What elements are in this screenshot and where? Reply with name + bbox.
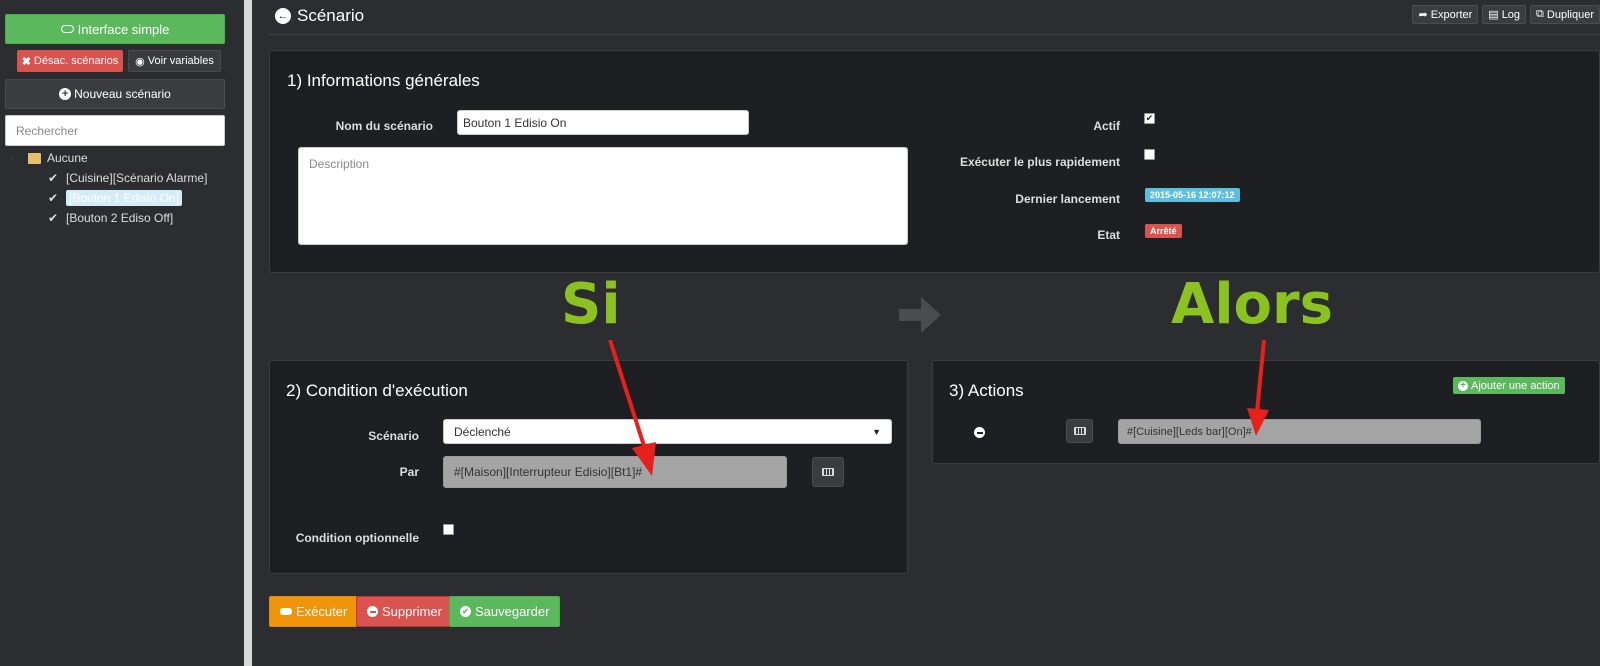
sidebar-divider[interactable] <box>244 0 252 666</box>
minus-circle-icon <box>367 606 378 617</box>
log-label: Log <box>1501 8 1521 21</box>
tree-group[interactable]: · Aucune <box>10 148 207 168</box>
delete-button[interactable]: Supprimer <box>356 596 453 627</box>
scenario-name-label: Nom du scénario <box>335 119 433 133</box>
show-variables-label: Voir variables <box>147 55 214 67</box>
si-annotation: Si <box>561 272 621 337</box>
header-separator <box>269 34 1600 35</box>
check-icon: ✔ <box>48 191 59 205</box>
export-label: Exporter <box>1430 8 1473 21</box>
folder-icon <box>28 152 41 164</box>
tree-item[interactable]: ✔ [Bouton 2 Ediso Off] <box>48 208 207 228</box>
general-info-title: 1) Informations générales <box>287 71 480 90</box>
state-badge: Arrêté <box>1145 224 1182 238</box>
active-checkbox[interactable]: ✔ <box>1144 113 1155 124</box>
description-placeholder: Description <box>309 157 370 171</box>
page-title-text: Scénario <box>297 6 365 25</box>
close-icon: ✖ <box>21 55 31 68</box>
tree-item-label: [Bouton 2 Ediso Off] <box>66 211 174 225</box>
state-label: Etat <box>1097 228 1120 242</box>
trigger-by-input[interactable]: #[Maison][Interrupteur Edisio][Bt1]# <box>443 456 787 488</box>
file-icon: ▤ <box>1488 9 1499 21</box>
keyboard-icon <box>1073 427 1086 435</box>
optional-condition-checkbox[interactable] <box>443 524 454 535</box>
scenario-mode-label: Scénario <box>368 429 419 443</box>
show-variables-button[interactable]: ◉ Voir variables <box>128 50 221 72</box>
trigger-by-label: Par <box>399 465 419 479</box>
check-icon: ✔ <box>48 211 59 225</box>
disable-scenarios-button[interactable]: ✖ Désac. scénarios <box>17 50 123 72</box>
new-scenario-button[interactable]: + Nouveau scénario <box>5 79 225 109</box>
condition-title: 2) Condition d'exécution <box>286 381 468 400</box>
toggle-icon <box>60 25 74 33</box>
gamepad-icon <box>280 608 292 615</box>
sidebar: Interface simple ✖ Désac. scénarios ◉ Vo… <box>0 0 237 666</box>
save-button[interactable]: ✔ Sauvegarder <box>449 596 561 627</box>
general-info-panel: 1) Informations générales Nom du scénari… <box>269 50 1600 273</box>
tree-item-label: [Bouton 1 Edisio On] <box>66 190 183 206</box>
execute-label: Exécuter <box>296 604 348 619</box>
log-button[interactable]: ▤ Log <box>1482 5 1527 24</box>
action-command-input[interactable]: #[Cuisine][Leds bar][On]# <box>1118 419 1481 444</box>
tree-item[interactable]: ✔ [Cuisine][Scénario Alarme] <box>48 168 207 188</box>
share-icon: ➦ <box>1418 9 1428 21</box>
tree-item-selected[interactable]: ✔ [Bouton 1 Edisio On] <box>48 188 207 208</box>
dropdown-caret-icon: ▼ <box>872 426 881 437</box>
fast-execution-checkbox[interactable] <box>1144 149 1155 160</box>
tree-item-label: [Cuisine][Scénario Alarme] <box>66 171 208 185</box>
search-input[interactable] <box>5 115 225 146</box>
actions-title: 3) Actions <box>949 381 1024 400</box>
condition-panel: 2) Condition d'exécution Scénario Déclen… <box>269 360 908 574</box>
delete-label: Supprimer <box>382 604 442 619</box>
simple-interface-label: Interface simple <box>77 21 170 37</box>
new-scenario-label: Nouveau scénario <box>74 87 171 101</box>
check-circle-icon: ✔ <box>460 606 471 617</box>
alors-annotation: Alors <box>1171 272 1333 337</box>
plus-circle-icon: + <box>59 88 72 100</box>
duplicate-button[interactable]: ⧉ Dupliquer <box>1530 5 1600 24</box>
keyboard-icon <box>822 468 834 476</box>
execute-button[interactable]: Exécuter <box>269 596 359 627</box>
eye-icon: ◉ <box>135 55 145 68</box>
copy-icon: ⧉ <box>1536 8 1544 20</box>
tree-group-label: Aucune <box>47 151 88 165</box>
main-content: ← Scénario ➦ Exporter ▤ Log ⧉ Dupliquer … <box>252 0 1600 666</box>
back-arrow-icon[interactable]: ← <box>275 8 291 24</box>
last-run-badge: 2015-05-16 12:07:12 <box>1145 188 1240 202</box>
fast-execution-label: Exécuter le plus rapidement <box>959 155 1120 169</box>
select-command-button[interactable] <box>812 457 844 487</box>
disable-scenarios-label: Désac. scénarios <box>33 55 119 67</box>
remove-action-icon[interactable] <box>974 427 985 438</box>
last-run-label: Dernier lancement <box>1015 192 1120 206</box>
active-label: Actif <box>1093 119 1120 133</box>
description-textarea[interactable]: Description <box>298 147 908 245</box>
scenario-name-input[interactable]: Bouton 1 Edisio On <box>457 110 749 135</box>
scenario-mode-select[interactable]: Déclenché ▼ <box>443 419 892 444</box>
export-button[interactable]: ➦ Exporter <box>1412 5 1479 24</box>
page-title: ← Scénario <box>275 6 364 26</box>
check-icon: ✔ <box>48 171 59 185</box>
right-arrow-icon <box>899 297 941 333</box>
simple-interface-button[interactable]: Interface simple <box>5 14 225 44</box>
add-action-button[interactable]: + Ajouter une action <box>1453 377 1565 394</box>
tree-expander-icon[interactable]: · <box>10 153 22 164</box>
scenario-tree: · Aucune ✔ [Cuisine][Scénario Alarme] ✔ … <box>10 148 207 228</box>
plus-circle-icon: + <box>1458 380 1468 391</box>
duplicate-label: Dupliquer <box>1546 8 1594 21</box>
select-action-command-button[interactable] <box>1066 419 1093 443</box>
actions-panel: 3) Actions + Ajouter une action #[Cuisin… <box>932 360 1600 464</box>
scenario-mode-value: Déclenché <box>454 424 511 439</box>
add-action-label: Ajouter une action <box>1471 379 1560 392</box>
optional-condition-label: Condition optionnelle <box>295 531 419 545</box>
save-label: Sauvegarder <box>475 604 550 619</box>
header-actions: ➦ Exporter ▤ Log ⧉ Dupliquer <box>1412 5 1600 24</box>
